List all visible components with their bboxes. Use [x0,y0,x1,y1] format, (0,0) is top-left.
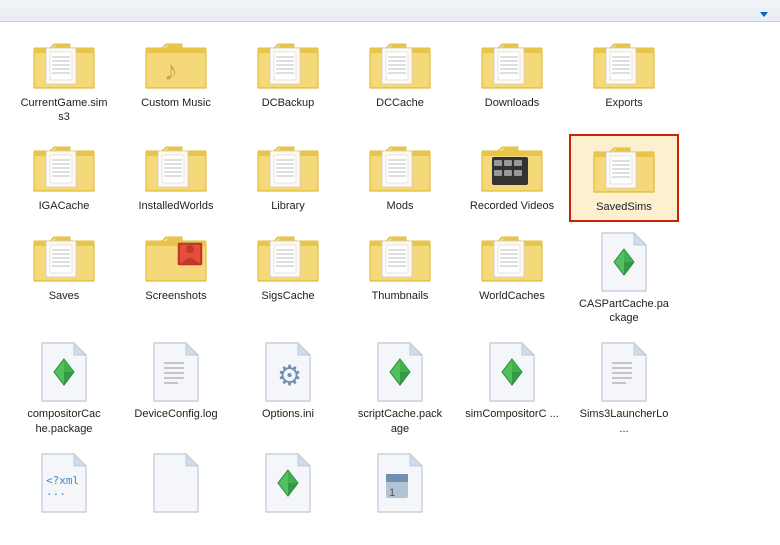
file-item-version-tag[interactable]: 1 Version.tag [345,445,455,515]
file-label: Sims3LauncherLo ... [576,407,672,436]
file-label: CurrentGame.sim s3 [16,96,112,125]
folder-icon [256,231,320,285]
file-label: simCompositorC ... [465,407,559,421]
svg-text:...: ... [46,485,66,498]
file-label: InstalledWorlds [139,199,214,213]
file-label: Options.ini [262,407,314,421]
file-label: DCCache [376,96,424,110]
file-item-custom-music[interactable]: ♪ Custom Music [121,31,231,132]
chevron-down-icon [760,12,768,17]
folder-icon [480,231,544,285]
doc-icon [486,341,538,403]
file-label: Saves [49,289,80,303]
file-item-saves[interactable]: Saves [9,224,119,333]
file-label: WorldCaches [479,289,545,303]
file-item-sigs-cache[interactable]: SigsCache [233,224,343,333]
file-label: Thumbnails [372,289,429,303]
file-item-sims3-launcher[interactable]: Sims3LauncherLo ... [569,334,679,443]
folder-icon [32,231,96,285]
file-label: scriptCache.pack age [352,407,448,436]
file-label: Recorded Videos [470,199,554,213]
file-item-tslus-bin[interactable]: tslus.bin [121,445,231,515]
folder-icon [368,141,432,195]
file-item-sim-compositor[interactable]: simCompositorC ... [457,334,567,443]
svg-text:1: 1 [389,487,395,499]
folder-icon: ♪ [144,38,208,92]
doc-icon: <?xml ... [38,452,90,514]
file-label: Mods [387,199,414,213]
file-item-screenshots[interactable]: Screenshots [121,224,231,333]
file-label: Downloads [485,96,539,110]
doc-icon [374,341,426,403]
svg-text:⚙: ⚙ [277,360,302,391]
file-item-user-presets[interactable]: userPresets.packa ge [233,445,343,515]
file-item-recorded-videos[interactable]: Recorded Videos [457,134,567,222]
folder-icon [368,38,432,92]
file-item-iga-cache[interactable]: IGACache [9,134,119,222]
doc-icon: 1 [374,452,426,514]
folder-icon [480,38,544,92]
file-item-device-config[interactable]: DeviceConfig.log [121,334,231,443]
file-label: DCBackup [262,96,315,110]
file-item-installed-worlds[interactable]: InstalledWorlds [121,134,231,222]
file-item-downloads[interactable]: Downloads [457,31,567,132]
file-item-sims3-logs[interactable]: <?xml ... Sims3Logs.xml [9,445,119,515]
file-item-dc-cache[interactable]: DCCache [345,31,455,132]
folder-icon [144,141,208,195]
header-right [754,12,768,17]
file-label: CASPartCache.pa ckage [576,297,672,326]
folder-icon [592,142,656,196]
file-item-exports[interactable]: Exports [569,31,679,132]
doc-icon [598,341,650,403]
file-item-library[interactable]: Library [233,134,343,222]
file-item-world-caches[interactable]: WorldCaches [457,224,567,333]
file-item-script-cache[interactable]: scriptCache.pack age [345,334,455,443]
folder-icon [592,38,656,92]
svg-text:♪: ♪ [164,55,178,86]
doc-icon [262,452,314,514]
folder-icon [256,141,320,195]
doc-icon [38,341,90,403]
header [0,0,780,22]
folder-icon [144,231,208,285]
file-item-thumbnails[interactable]: Thumbnails [345,224,455,333]
file-item-current-game[interactable]: CurrentGame.sim s3 [9,31,119,132]
folder-icon [368,231,432,285]
file-item-cas-part-cache[interactable]: CASPartCache.pa ckage [569,224,679,333]
file-label: Library [271,199,305,213]
file-label: Exports [605,96,642,110]
file-item-compositor-cache[interactable]: compositorCac he.package [9,334,119,443]
doc-icon [150,452,202,514]
file-label: Screenshots [145,289,206,303]
file-label: IGACache [39,199,90,213]
file-item-options-ini[interactable]: ⚙ Options.ini [233,334,343,443]
file-item-dc-backup[interactable]: DCBackup [233,31,343,132]
arrange-dropdown[interactable] [758,12,768,17]
folder-icon [32,38,96,92]
file-label: compositorCac he.package [16,407,112,436]
folder-icon [32,141,96,195]
file-item-mods[interactable]: Mods [345,134,455,222]
folder-icon [480,141,544,195]
file-label: SigsCache [261,289,314,303]
doc-icon: ⚙ [262,341,314,403]
folder-icon [256,38,320,92]
file-item-saved-sims[interactable]: SavedSims [569,134,679,222]
file-label: SavedSims [596,200,652,214]
file-grid: CurrentGame.sim s3 ♪ Custom Music DCBack… [0,22,780,515]
doc-icon [598,231,650,293]
file-label: Custom Music [141,96,211,110]
file-label: DeviceConfig.log [134,407,217,421]
doc-icon [150,341,202,403]
